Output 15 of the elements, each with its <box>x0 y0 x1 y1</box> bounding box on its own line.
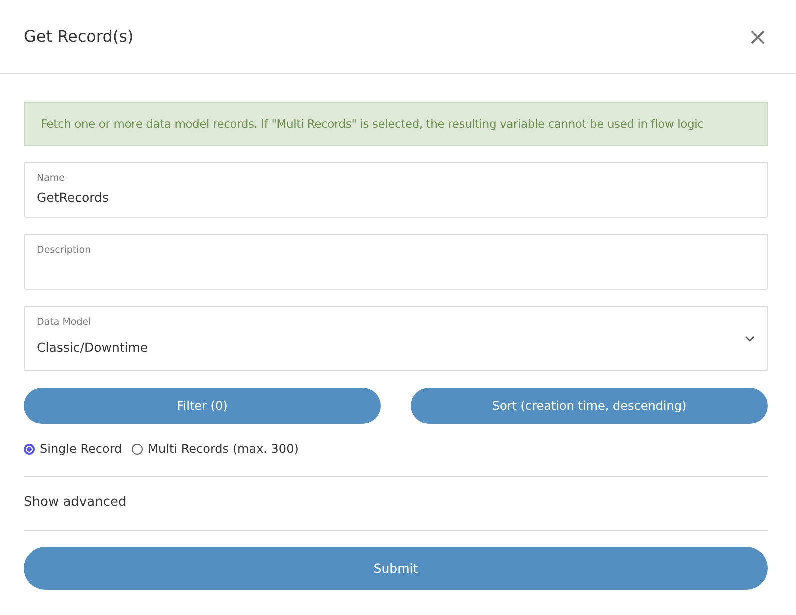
show-advanced-link[interactable]: Show advanced <box>24 495 768 510</box>
record-mode-radio[interactable]: Multi Records (max. 300) <box>132 442 299 456</box>
dialog-title: Get Record(s) <box>24 27 134 46</box>
info-alert: Fetch one or more data model records. If "Multi Records" is selected, the resulting variable cannot be used in flow logic <box>24 102 768 146</box>
field-value: Classic/Downtime <box>37 340 150 355</box>
field-label: Description <box>37 245 92 256</box>
record-mode-radio[interactable]: Single Record <box>24 442 122 456</box>
close-button[interactable]: × <box>744 24 772 48</box>
field-value: GetRecords <box>37 190 110 205</box>
name-field[interactable]: Name GetRecords <box>24 162 768 218</box>
field-label: Name <box>37 173 66 184</box>
data-model-dropdown[interactable]: Data Model Classic/Downtime <box>24 306 768 371</box>
description-field[interactable]: Description <box>24 234 768 290</box>
field-label: Data Model <box>37 317 92 328</box>
chevron-down-icon <box>745 336 755 342</box>
